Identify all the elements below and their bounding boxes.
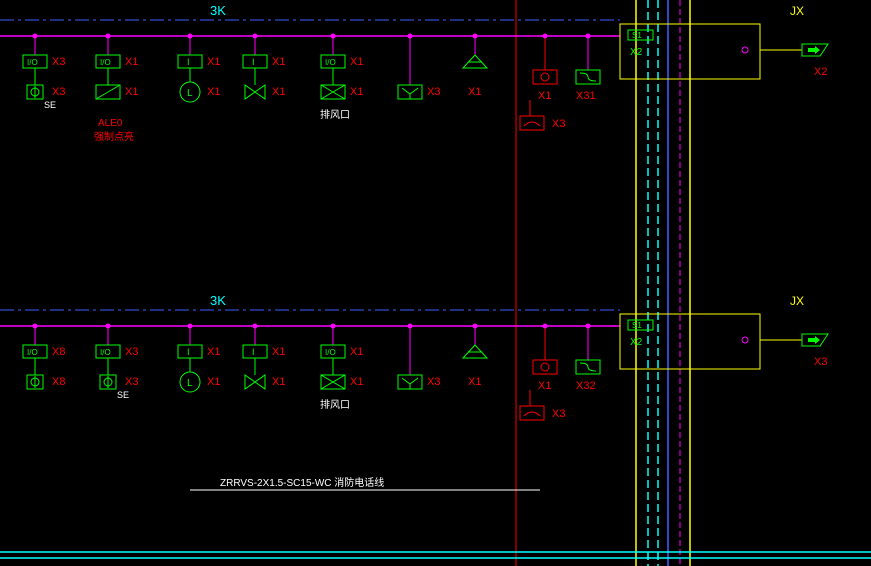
jx-s1-text-top: S1 [632, 31, 642, 40]
svg-text:I: I [252, 347, 255, 357]
valve-icon [245, 85, 265, 99]
svg-text:X3: X3 [427, 86, 440, 98]
svg-text:X1: X1 [468, 376, 481, 388]
svg-text:X2: X2 [630, 337, 643, 348]
svg-text:X1: X1 [350, 346, 363, 358]
i-box-icon [178, 55, 202, 68]
svg-text:I/O: I/O [27, 348, 38, 357]
svg-text:X1: X1 [272, 346, 285, 358]
svg-text:X31: X31 [576, 90, 596, 102]
svg-text:I/O: I/O [325, 348, 336, 357]
phone-box-icon [520, 116, 544, 130]
section-top: 3K JX S1 X2 X2 I/O X3 X3 SE [0, 3, 828, 143]
svg-text:I/O: I/O [100, 58, 111, 67]
svg-text:X3: X3 [125, 346, 138, 358]
bus-label-top: 3K [210, 3, 226, 18]
svg-text:X1: X1 [207, 376, 220, 388]
svg-text:I: I [252, 57, 255, 67]
svg-text:X3: X3 [52, 86, 65, 98]
svg-text:X1: X1 [350, 376, 363, 388]
svg-text:I: I [187, 57, 190, 67]
svg-text:X8: X8 [52, 346, 65, 358]
svg-text:X1: X1 [207, 56, 220, 68]
jx-label-bottom: JX [790, 294, 804, 308]
jx-label-top: JX [790, 4, 804, 18]
arrow-glyph-top [808, 46, 820, 54]
drops-top: I/O X3 X3 SE I/O X1 X1 ALE0 强制点亮 I [23, 34, 600, 144]
ale-label-1: ALE0 [98, 118, 123, 129]
svg-text:X3: X3 [552, 408, 565, 420]
svg-text:X3: X3 [427, 376, 440, 388]
svg-text:X1: X1 [272, 56, 285, 68]
svg-text:X1: X1 [350, 56, 363, 68]
jx-x2-text-top: X2 [630, 47, 643, 58]
svg-text:I/O: I/O [27, 58, 38, 67]
svg-text:X1: X1 [350, 86, 363, 98]
svg-text:X3: X3 [552, 118, 565, 130]
svg-text:X1: X1 [272, 86, 285, 98]
svg-text:X1: X1 [538, 90, 551, 102]
arrow-label-bottom: X3 [814, 356, 827, 368]
bus-label-bottom: 3K [210, 293, 226, 308]
qty-label: X3 [52, 56, 65, 68]
svg-text:X1: X1 [272, 376, 285, 388]
svg-text:L: L [187, 378, 193, 389]
section-bottom: 3K JX S1 X2 X3 I/O X8 X8 I/O X3 [0, 293, 828, 420]
se-label: SE [44, 100, 56, 110]
svg-text:X32: X32 [576, 380, 596, 392]
svg-text:L: L [187, 88, 193, 99]
svg-text:S1: S1 [632, 321, 642, 330]
arrow-label-top: X2 [814, 66, 827, 78]
svg-text:X8: X8 [52, 376, 65, 388]
svg-text:I: I [187, 347, 190, 357]
i-box-icon [243, 55, 267, 68]
jx-node-top [742, 47, 748, 53]
footer-text: ZRRVS-2X1.5-SC15-WC 消防电话线 [220, 474, 384, 489]
svg-text:SE: SE [117, 390, 129, 400]
svg-text:X1: X1 [125, 86, 138, 98]
svg-text:X3: X3 [125, 376, 138, 388]
svg-text:X1: X1 [468, 86, 481, 98]
svg-text:X1: X1 [538, 380, 551, 392]
ale-label-2: 强制点亮 [94, 130, 134, 143]
paifeng-label-bottom: 排风口 [320, 398, 350, 411]
paifeng-label-top: 排风口 [320, 108, 350, 121]
svg-text:X1: X1 [207, 346, 220, 358]
camera-box-icon [533, 70, 557, 84]
svg-text:I/O: I/O [100, 348, 111, 357]
svg-text:X1: X1 [207, 86, 220, 98]
drops-bottom: I/O X8 X8 I/O X3 X3 SE I X1 [23, 324, 600, 421]
schematic-canvas: 3K JX S1 X2 X2 I/O X3 X3 SE [0, 0, 871, 566]
svg-text:X1: X1 [125, 56, 138, 68]
svg-text:I/O: I/O [325, 58, 336, 67]
